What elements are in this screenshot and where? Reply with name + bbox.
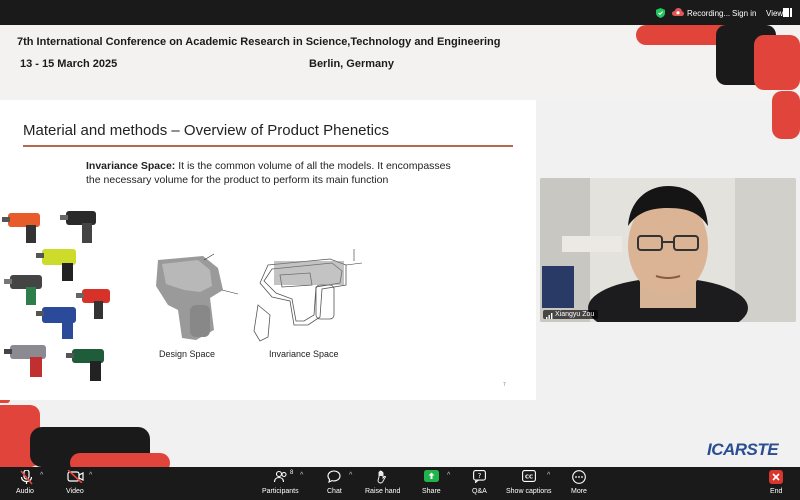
slide-page-number: 7: [503, 382, 506, 388]
signal-bars-icon: [546, 313, 553, 319]
description-line-1: It is the common volume of all the model…: [175, 160, 451, 172]
raise-hand-button[interactable]: Raise hand: [362, 467, 404, 500]
chat-button[interactable]: Chat: [322, 467, 348, 500]
decorative-shapes-bottom: [0, 395, 170, 467]
recording-cloud-icon[interactable]: [672, 8, 684, 17]
more-label: More: [571, 488, 587, 495]
slide-description: Invariance Space: It is the common volum…: [86, 159, 486, 187]
drill-4: [4, 275, 42, 305]
design-space-render: [156, 253, 239, 340]
video-label: Video: [66, 488, 84, 495]
drill-2: [60, 211, 96, 243]
drill-3: [36, 249, 76, 281]
svg-text:CC: CC: [525, 474, 533, 480]
chat-label: Chat: [327, 488, 342, 495]
more-options-icon: [572, 470, 586, 484]
qa-label: Q&A: [472, 488, 487, 495]
microphone-muted-icon: [20, 470, 33, 485]
participants-button[interactable]: Participants: [258, 467, 304, 500]
end-label: End: [770, 488, 783, 495]
drill-5: [76, 289, 110, 319]
qa-button[interactable]: ? Q&A: [468, 467, 492, 500]
share-label: Share: [422, 488, 441, 495]
meeting-toolbar: Audio ^ Video ^ Participants 8 ^ Chat ^ …: [0, 467, 800, 500]
description-term: Invariance Space:: [86, 160, 176, 172]
end-meeting-button[interactable]: End: [764, 467, 788, 500]
audio-label: Audio: [16, 488, 34, 495]
recording-status[interactable]: Recording...: [687, 9, 730, 18]
presentation-slide: Material and methods – Overview of Produ…: [0, 100, 536, 400]
share-screen-icon: [424, 470, 439, 482]
chat-bubble-icon: [327, 470, 341, 483]
audio-button[interactable]: Audio: [12, 467, 40, 500]
design-space-label: Design Space: [159, 349, 216, 359]
zoom-meeting-window: Recording... Sign in View 7th Internatio…: [0, 0, 800, 500]
raise-hand-label: Raise hand: [365, 488, 401, 495]
video-options-caret[interactable]: ^: [89, 472, 92, 479]
participant-video-tile[interactable]: Xiangyu Zou: [540, 178, 796, 322]
qa-icon: ?: [473, 470, 486, 483]
view-grid-icon[interactable]: [783, 8, 792, 17]
conference-city: Berlin, Germany: [309, 58, 394, 70]
invariance-space-label: Invariance Space: [269, 349, 339, 359]
drill-7: [4, 345, 46, 377]
view-menu[interactable]: View: [766, 9, 783, 18]
video-button[interactable]: Video: [62, 467, 90, 500]
drill-8: [66, 349, 104, 381]
participants-icon: [274, 470, 287, 483]
raised-hand-icon: [377, 470, 386, 484]
decorative-shapes-top: [636, 25, 800, 139]
chat-options-caret[interactable]: ^: [349, 472, 352, 479]
conference-dates: 13 - 15 March 2025: [20, 58, 118, 70]
share-options-caret[interactable]: ^: [447, 472, 450, 479]
sign-in-link[interactable]: Sign in: [732, 9, 756, 18]
participants-options-caret[interactable]: ^: [300, 472, 303, 479]
participant-name-tag: Xiangyu Zou: [543, 310, 599, 319]
title-underline: [23, 145, 513, 147]
end-call-icon: [769, 470, 783, 484]
video-camera-muted-icon: [67, 470, 84, 483]
show-captions-label: Show captions: [506, 488, 552, 495]
drill-1: [2, 213, 40, 243]
participant-name: Xiangyu Zou: [555, 311, 595, 318]
drill-models-image: [2, 211, 110, 381]
logo-text: ICARSTE: [707, 440, 779, 459]
participants-count: 8: [290, 470, 294, 476]
participant-video-feed: [540, 178, 796, 322]
share-button[interactable]: Share: [420, 467, 444, 500]
shield-check-icon[interactable]: [656, 8, 665, 18]
participants-label: Participants: [262, 488, 299, 495]
invariance-space-drawing: [253, 249, 363, 342]
closed-captions-icon: CC: [522, 470, 536, 482]
top-bar: Recording... Sign in View: [0, 0, 800, 25]
slide-title: Material and methods – Overview of Produ…: [23, 122, 390, 139]
svg-text:?: ?: [478, 472, 482, 480]
captions-options-caret[interactable]: ^: [547, 472, 550, 479]
icarste-logo: ICARSTE: [707, 440, 779, 460]
more-button[interactable]: More: [566, 467, 592, 500]
drill-6: [36, 307, 76, 339]
description-line-2: the necessary volume for the product to …: [86, 174, 389, 186]
conference-title: 7th International Conference on Academic…: [17, 36, 501, 48]
audio-options-caret[interactable]: ^: [40, 472, 43, 479]
